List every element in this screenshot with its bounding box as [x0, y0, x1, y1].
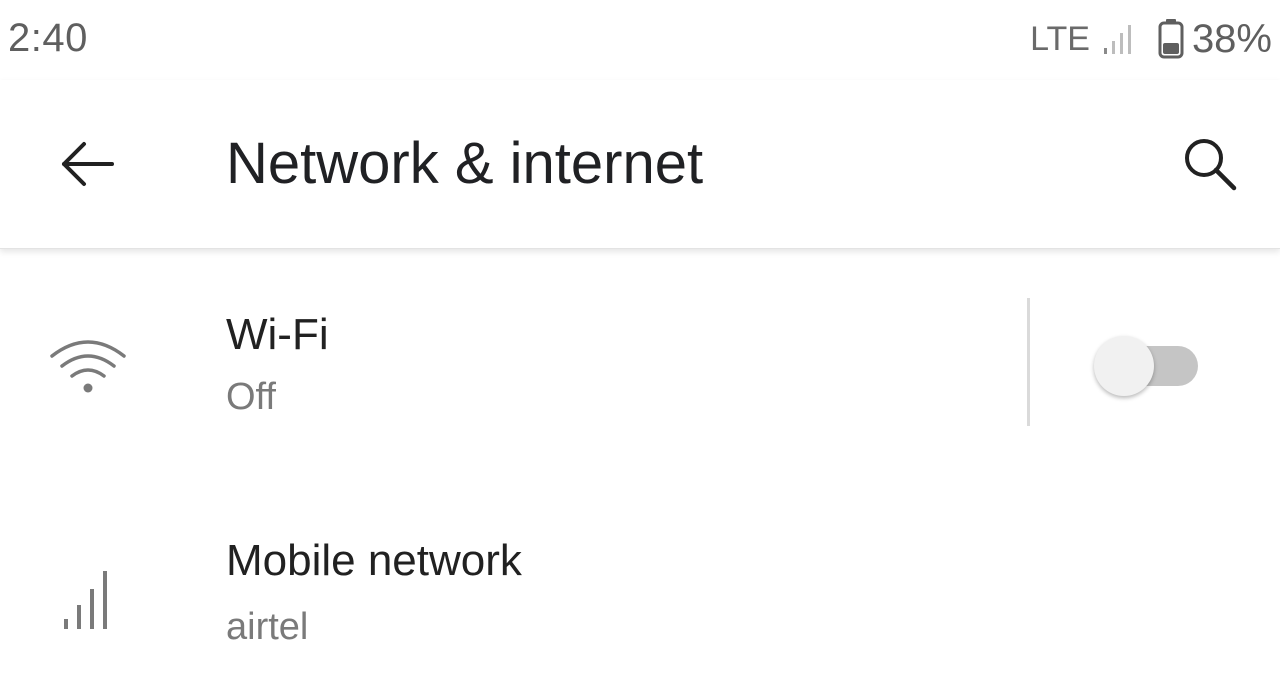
network-type-label: LTE — [1030, 19, 1090, 58]
cell-signal-icon — [48, 560, 128, 640]
list-item-mobile-network[interactable]: Mobile network airtel — [0, 478, 1280, 697]
arrow-back-icon — [62, 142, 114, 186]
mobile-network-title: Mobile network — [226, 536, 522, 585]
mobile-network-carrier: airtel — [226, 606, 309, 648]
search-icon — [1185, 139, 1237, 191]
divider — [1027, 298, 1030, 426]
wifi-title: Wi-Fi — [226, 310, 329, 359]
app-bar: Network & internet — [0, 80, 1280, 249]
list-item-wifi[interactable]: Wi-Fi Off — [0, 250, 1280, 478]
back-button[interactable] — [46, 124, 126, 204]
wifi-icon — [48, 326, 128, 406]
status-indicators: LTE 38% — [1030, 14, 1272, 64]
search-button[interactable] — [1170, 124, 1250, 204]
settings-screen: 2:40 LTE 38% Network & internet Wi-Fi Of… — [0, 0, 1280, 697]
signal-strength-icon — [1103, 25, 1131, 54]
page-title: Network & internet — [226, 131, 704, 196]
battery-icon — [1158, 19, 1184, 59]
status-time: 2:40 — [8, 16, 88, 60]
settings-list: Wi-Fi Off Mobile network airtel — [0, 250, 1280, 697]
wifi-toggle[interactable] — [1094, 334, 1198, 396]
status-bar: 2:40 LTE 38% — [0, 0, 1280, 80]
toggle-thumb — [1094, 336, 1154, 396]
wifi-status: Off — [226, 376, 276, 418]
battery-percent: 38% — [1191, 16, 1272, 61]
